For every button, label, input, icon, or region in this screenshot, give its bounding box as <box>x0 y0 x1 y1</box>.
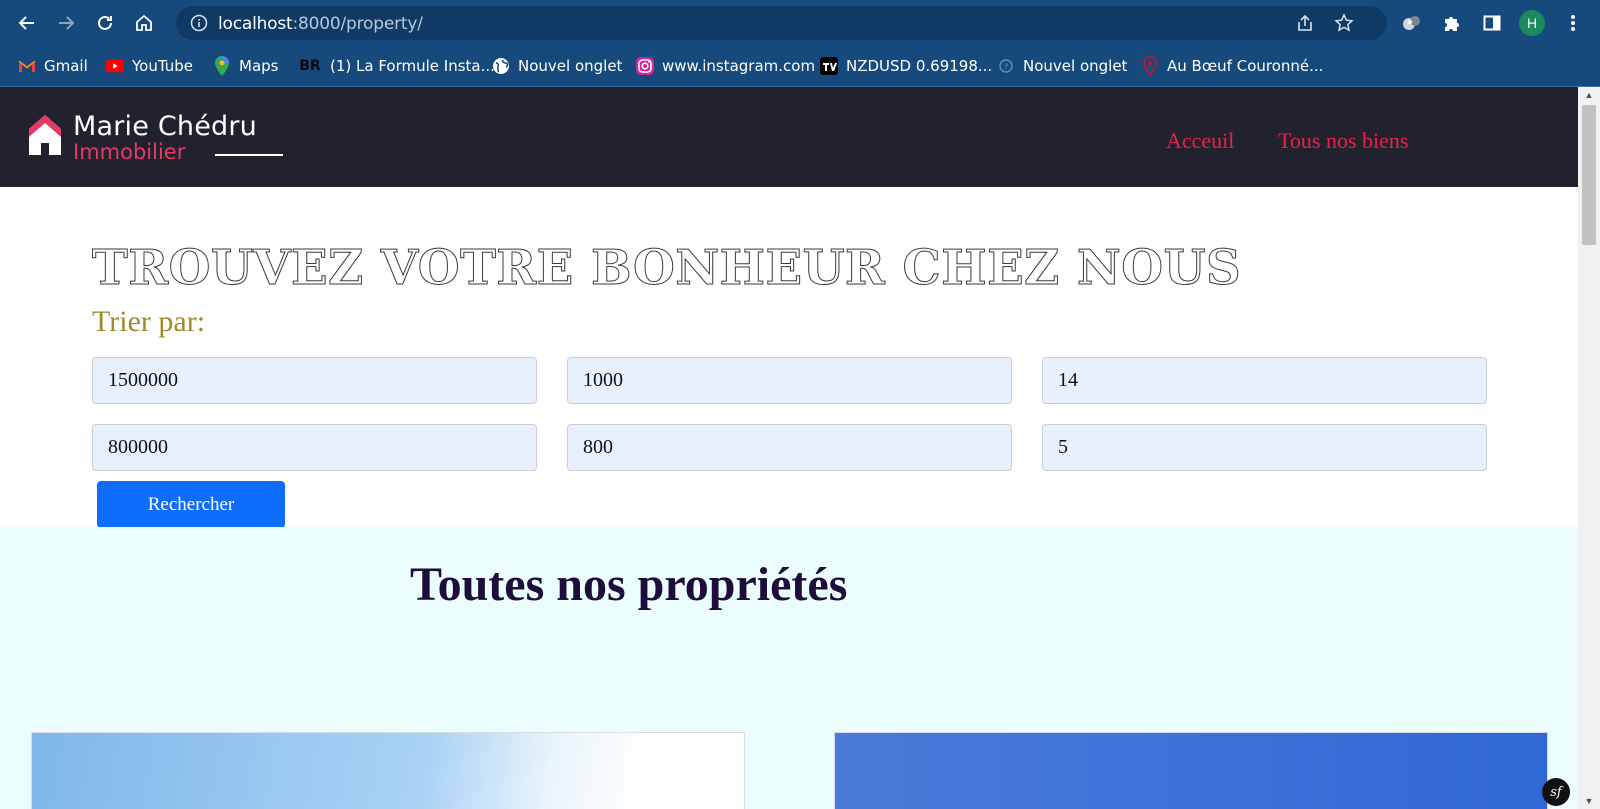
bookmark-nouvel-onglet-1[interactable]: Nouvel onglet <box>492 55 622 77</box>
instagram-icon <box>636 57 654 75</box>
bookmark-label: (1) La Formule Insta... <box>330 57 495 75</box>
bookmark-gmail[interactable]: Gmail <box>18 55 88 77</box>
puzzle-icon <box>1445 17 1459 31</box>
nav-link-accueil[interactable]: Acceuil <box>1166 128 1234 154</box>
bookmark-label: www.instagram.com <box>662 57 816 75</box>
address-bar[interactable]: localhost:8000/property/ <box>176 6 1387 40</box>
home-button[interactable] <box>130 9 158 37</box>
bookmark-instagram[interactable]: www.instagram.com <box>636 55 815 77</box>
sort-label: Trier par: <box>92 305 206 338</box>
restaurant-icon <box>1141 56 1159 76</box>
logo-subtitle: Immobilier <box>73 140 186 164</box>
info-icon[interactable] <box>190 14 208 32</box>
nav-link-tous-nos-biens[interactable]: Tous nos biens <box>1278 128 1408 154</box>
min-surface-field[interactable] <box>567 424 1012 471</box>
min-price-field[interactable] <box>92 424 537 471</box>
browser-menu-button[interactable] <box>1559 9 1587 37</box>
max-price-field[interactable] <box>92 357 537 404</box>
site-header: Marie Chédru Immobilier Acceuil Tous nos… <box>0 87 1578 187</box>
bookmark-formule[interactable]: BR (1) La Formule Insta... <box>298 55 495 77</box>
scroll-down-arrow-icon[interactable]: ▼ <box>1578 793 1600 809</box>
logo-underline <box>215 154 283 156</box>
bookmark-maps[interactable]: Maps <box>213 55 278 77</box>
min-rooms-field[interactable] <box>1042 424 1487 471</box>
arrow-right-icon <box>59 16 75 30</box>
gmail-icon <box>18 57 36 75</box>
home-icon <box>136 14 152 31</box>
property-card-image[interactable] <box>31 732 745 809</box>
url-path: :8000/property/ <box>292 14 423 34</box>
site-logo[interactable]: Marie Chédru Immobilier <box>27 111 283 167</box>
side-panel-button[interactable] <box>1478 9 1506 37</box>
logo-name: Marie Chédru <box>73 111 257 142</box>
url-text[interactable]: localhost:8000/property/ <box>218 14 423 34</box>
bookmark-label: Maps <box>239 57 279 75</box>
bookmark-label: Gmail <box>44 57 88 75</box>
max-rooms-field[interactable] <box>1042 357 1487 404</box>
listing-section: Toutes nos propriétés <box>0 527 1578 809</box>
symfony-toolbar-icon[interactable]: sf <box>1542 778 1570 806</box>
bookmark-label: YouTube <box>132 57 193 75</box>
page-viewport: Marie Chédru Immobilier Acceuil Tous nos… <box>0 87 1578 809</box>
extension-balls-icon <box>1403 16 1420 30</box>
maps-icon <box>213 56 231 76</box>
tradingview-icon <box>820 57 838 75</box>
globe-icon <box>492 57 510 75</box>
url-host: localhost <box>218 14 293 34</box>
newtab-icon: ? <box>997 57 1015 75</box>
arrow-left-icon <box>18 16 34 30</box>
bookmark-label: Nouvel onglet <box>518 57 623 75</box>
listing-title: Toutes nos propriétés <box>410 558 848 611</box>
side-panel-icon <box>1483 15 1501 31</box>
back-button[interactable] <box>13 9 41 37</box>
bookmark-nouvel-onglet-2[interactable]: ? Nouvel onglet <box>997 55 1127 77</box>
property-card-image[interactable] <box>834 732 1548 809</box>
star-icon[interactable] <box>1334 13 1354 33</box>
scroll-up-arrow-icon[interactable]: ▲ <box>1578 87 1600 103</box>
scrollbar-thumb[interactable] <box>1582 105 1596 245</box>
svg-text:?: ? <box>1004 63 1008 72</box>
max-surface-field[interactable] <box>567 357 1012 404</box>
search-title: TROUVEZ VOTRE BONHEUR CHEZ NOUS <box>91 240 1242 297</box>
bookmarks-bar: Gmail YouTube Maps BR (1) La Formule Ins… <box>0 46 1600 87</box>
more-vertical-icon <box>1571 15 1575 31</box>
bookmark-nzdusd[interactable]: NZDUSD 0.69198... <box>820 55 992 77</box>
bookmark-label: NZDUSD 0.69198... <box>846 57 993 75</box>
browser-toolbar: localhost:8000/property/ H <box>0 0 1600 46</box>
share-icon[interactable] <box>1295 13 1315 33</box>
extensions-menu-button[interactable] <box>1438 9 1466 37</box>
reload-icon <box>98 15 112 30</box>
page-scrollbar[interactable]: ▲ ▼ <box>1578 87 1600 809</box>
house-icon <box>29 115 61 155</box>
bookmark-boeuf[interactable]: Au Bœuf Couronné... <box>1141 55 1323 77</box>
bookmark-label: Au Bœuf Couronné... <box>1167 57 1324 75</box>
bookmark-youtube[interactable]: YouTube <box>106 55 193 77</box>
profile-avatar[interactable]: H <box>1519 10 1545 36</box>
youtube-icon <box>106 57 124 75</box>
bookmark-label: Nouvel onglet <box>1023 57 1128 75</box>
forward-button[interactable] <box>52 9 80 37</box>
br-icon: BR <box>299 58 321 74</box>
search-button[interactable]: Rechercher <box>97 481 285 528</box>
extension-button[interactable] <box>1398 9 1426 37</box>
reload-button[interactable] <box>91 9 119 37</box>
